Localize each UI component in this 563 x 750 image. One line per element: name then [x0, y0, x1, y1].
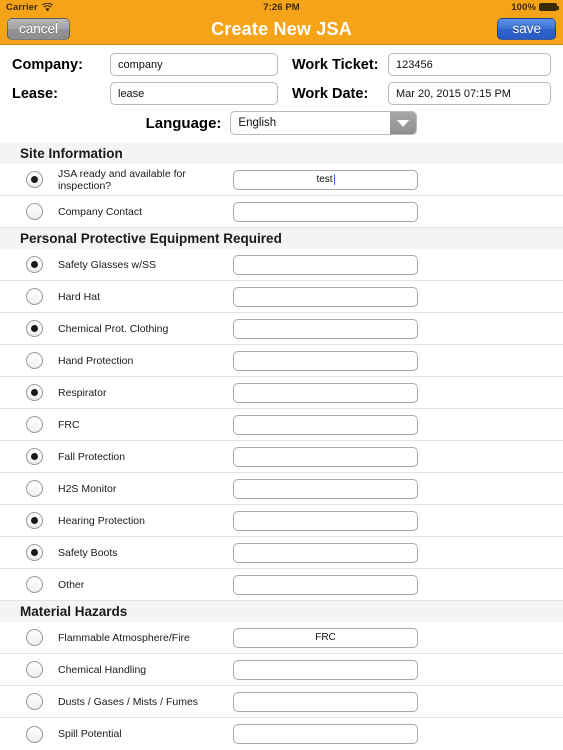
form-row: Hand Protection	[0, 345, 563, 377]
form-row-input[interactable]	[233, 350, 418, 371]
form-row: Flammable Atmosphere/Fire	[0, 622, 563, 654]
form-row-label: H2S Monitor	[58, 482, 117, 495]
form-row-label: Safety Boots	[58, 546, 118, 559]
radio-button[interactable]	[26, 320, 43, 337]
form-row: Fall Protection	[0, 441, 563, 473]
form-row-input[interactable]	[233, 286, 418, 307]
work-date-label: Work Date:	[292, 85, 369, 102]
radio-button[interactable]	[26, 416, 43, 433]
form-row: Other	[0, 569, 563, 601]
form-row: Hard Hat	[0, 281, 563, 313]
lease-date-row: Lease: Work Date:	[12, 82, 551, 105]
radio-button[interactable]	[26, 203, 43, 220]
language-select[interactable]: English	[230, 111, 418, 135]
radio-button[interactable]	[26, 576, 43, 593]
form-row-input[interactable]: test	[233, 169, 418, 190]
form-row: Spill Potential	[0, 718, 563, 750]
page-title: Create New JSA	[211, 18, 352, 39]
form-row-input[interactable]	[233, 201, 418, 222]
form-row-input[interactable]	[233, 414, 418, 435]
form-row-label: JSA ready and available for inspection?	[58, 167, 186, 192]
lease-input[interactable]	[110, 82, 278, 105]
form-row-input[interactable]	[233, 318, 418, 339]
form-row-input[interactable]	[233, 446, 418, 467]
form-row: Dusts / Gases / Mists / Fumes	[0, 686, 563, 718]
form-row-input[interactable]	[233, 510, 418, 531]
form-row: Chemical Prot. Clothing	[0, 313, 563, 345]
cancel-button[interactable]: cancel	[7, 17, 71, 41]
form-header: Company: Work Ticket: Lease: Work Date: …	[0, 45, 563, 143]
company-label: Company:	[12, 56, 83, 73]
save-button[interactable]: save	[497, 17, 556, 41]
form-row-label: Spill Potential	[58, 728, 122, 740]
form-row-label: Hand Protection	[58, 354, 134, 367]
radio-button[interactable]	[26, 352, 43, 369]
chevron-down-icon[interactable]	[390, 112, 417, 134]
form-row-label: Fall Protection	[58, 450, 126, 463]
form-row-label: FRC	[58, 418, 80, 431]
text-caret	[333, 174, 335, 185]
form-row-label: Hearing Protection	[58, 514, 145, 527]
section-header: Material Hazards	[0, 601, 563, 622]
work-date-input[interactable]	[388, 82, 551, 105]
form-row: Hearing Protection	[0, 505, 563, 537]
form-row-input[interactable]	[233, 627, 418, 648]
status-bar-time: 7:26 PM	[263, 1, 300, 13]
form-row: Chemical Handling	[0, 654, 563, 686]
language-selected-value: English	[238, 117, 277, 129]
radio-button[interactable]	[26, 725, 43, 743]
form-row-label: Dusts / Gases / Mists / Fumes	[58, 695, 199, 708]
section-header: Site Information	[0, 143, 563, 164]
section-header: Personal Protective Equipment Required	[0, 228, 563, 249]
form-row-label: Safety Glasses w/SS	[58, 258, 157, 271]
radio-button[interactable]	[26, 256, 43, 273]
status-bar-right: 100%	[511, 1, 559, 13]
form-row: Safety Boots	[0, 537, 563, 569]
work-ticket-input[interactable]	[388, 53, 551, 76]
form-row: JSA ready and available for inspection? t…	[0, 164, 563, 196]
form-row-label: Other	[58, 578, 85, 591]
form-row-input[interactable]	[233, 691, 418, 712]
radio-button[interactable]	[26, 480, 43, 497]
form-row-input[interactable]	[233, 478, 418, 499]
company-ticket-row: Company: Work Ticket:	[12, 53, 551, 76]
form-row-input[interactable]	[233, 724, 418, 744]
form-row-input[interactable]	[233, 574, 418, 595]
form-sections: Site Information JSA ready and available …	[0, 143, 563, 750]
form-row-input[interactable]	[233, 659, 418, 680]
status-bar: Carrier 7:26 PM 100%	[0, 0, 563, 14]
work-ticket-label: Work Ticket:	[292, 56, 379, 73]
radio-button[interactable]	[26, 693, 43, 710]
language-label: Language:	[145, 114, 222, 132]
form-row-label: Chemical Prot. Clothing	[58, 322, 169, 335]
radio-button[interactable]	[26, 512, 43, 529]
radio-button[interactable]	[26, 661, 43, 678]
form-row-input-value: test	[316, 174, 333, 185]
radio-button[interactable]	[26, 384, 43, 401]
language-row: Language: English	[12, 111, 551, 135]
form-row-input[interactable]	[233, 382, 418, 403]
radio-button[interactable]	[26, 448, 43, 465]
battery-full-icon	[539, 3, 559, 11]
battery-percent-label: 100%	[511, 1, 536, 13]
company-input[interactable]	[110, 53, 278, 76]
form-row-label: Flammable Atmosphere/Fire	[58, 631, 190, 644]
form-row: Respirator	[0, 377, 563, 409]
radio-button[interactable]	[26, 544, 43, 561]
form-row-label: Company Contact	[58, 205, 143, 218]
radio-button[interactable]	[26, 629, 43, 646]
form-row-input[interactable]	[233, 542, 418, 563]
form-row-label: Hard Hat	[58, 290, 101, 303]
form-row: Company Contact	[0, 196, 563, 228]
form-row: Safety Glasses w/SS	[0, 249, 563, 281]
radio-button[interactable]	[26, 288, 43, 305]
form-row-input[interactable]	[233, 254, 418, 275]
form-row-label: Chemical Handling	[58, 663, 147, 676]
form-row: H2S Monitor	[0, 473, 563, 505]
lease-label: Lease:	[12, 85, 58, 102]
radio-button[interactable]	[26, 171, 43, 188]
form-row-label: Respirator	[58, 386, 107, 399]
form-row: FRC	[0, 409, 563, 441]
navigation-bar: cancel Create New JSA save	[0, 14, 563, 45]
